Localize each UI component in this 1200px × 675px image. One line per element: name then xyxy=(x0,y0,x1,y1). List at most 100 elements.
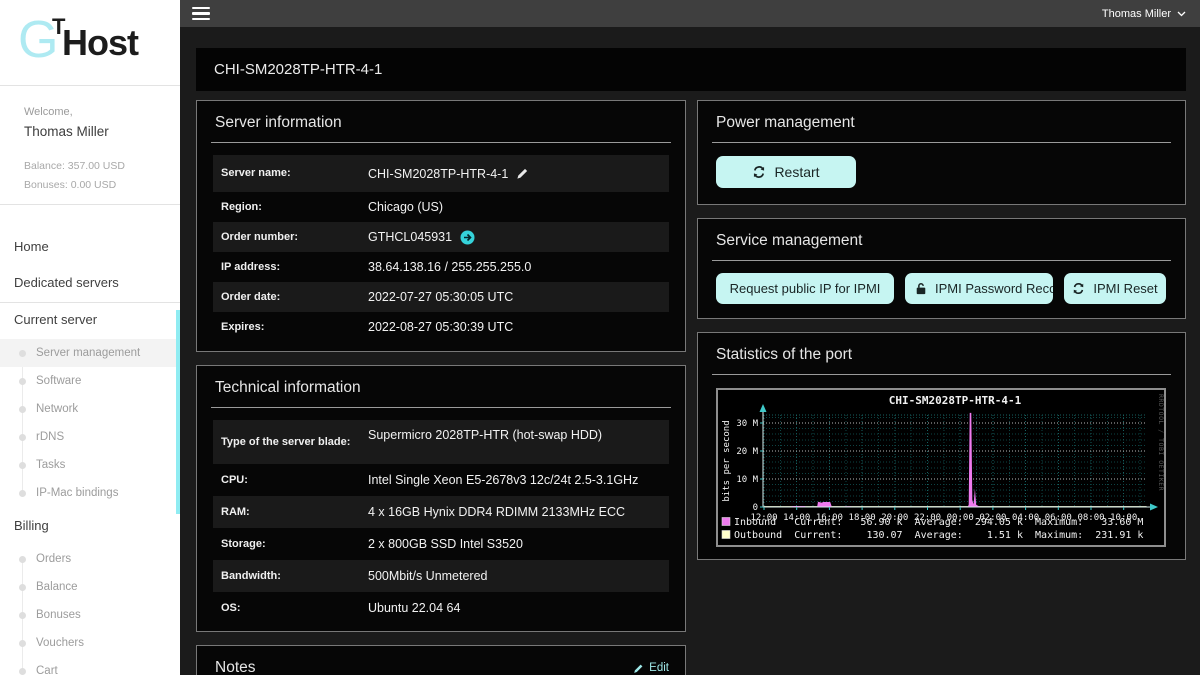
table-row: IP address: 38.64.138.16 / 255.255.255.0 xyxy=(213,252,669,282)
ipmi-password-recovery-button[interactable]: IPMI Password Recovery xyxy=(905,273,1053,304)
port-traffic-graph: 010 M20 M30 M12:0014:0016:0018:0020:0022… xyxy=(716,388,1166,547)
divider xyxy=(712,374,1171,375)
current-server-subnav: Server management Software Network rDNS … xyxy=(0,339,180,507)
server-information-table: Server name: CHI-SM2028TP-HTR-4-1 Region… xyxy=(213,155,669,342)
row-label: RAM: xyxy=(221,504,368,521)
port-statistics-title: Statistics of the port xyxy=(698,333,1185,374)
technical-information-title: Technical information xyxy=(197,366,685,407)
row-label: Expires: xyxy=(221,319,368,336)
blade-type-value: Supermicro 2028TP-HTR (hot-swap HDD) xyxy=(368,428,602,442)
power-management-panel: Power management Restart xyxy=(697,100,1186,205)
sidebar-subitem-rdns[interactable]: rDNS xyxy=(0,423,180,451)
rrdtool-chart: 010 M20 M30 M12:0014:0016:0018:0020:0022… xyxy=(718,390,1164,545)
sidebar-subitem-orders[interactable]: Orders xyxy=(0,545,180,573)
row-label: OS: xyxy=(221,600,368,617)
svg-text:10 M: 10 M xyxy=(736,475,758,485)
sidebar-item-dedicated-servers[interactable]: Dedicated servers xyxy=(0,268,180,296)
notes-panel: Notes Edit xyxy=(196,645,686,675)
welcome-label: Welcome, xyxy=(24,106,164,118)
active-section-accent xyxy=(176,310,180,514)
topbar: Thomas Miller xyxy=(180,0,1200,27)
left-column: Server information Server name: CHI-SM20… xyxy=(196,100,686,675)
sidebar-item-billing[interactable]: Billing xyxy=(0,511,180,539)
sidebar-subitem-tasks[interactable]: Tasks xyxy=(0,451,180,479)
sidebar-subitem-software[interactable]: Software xyxy=(0,367,180,395)
logo-host-text: Host xyxy=(62,22,138,64)
page-title: CHI-SM2028TP-HTR-4-1 xyxy=(196,48,1186,91)
bonuses-text: Bonuses: 0.00 USD xyxy=(24,179,164,191)
notes-edit-label: Edit xyxy=(649,662,669,674)
user-menu-label: Thomas Miller xyxy=(1102,8,1171,20)
row-label: Bandwidth: xyxy=(221,568,368,585)
main-content: CHI-SM2028TP-HTR-4-1 Server information … xyxy=(180,27,1200,675)
hamburger-icon[interactable] xyxy=(192,4,210,24)
refresh-icon xyxy=(1072,282,1085,295)
request-public-ip-button[interactable]: Request public IP for IPMI xyxy=(716,273,894,304)
sidebar-subitem-ip-mac-bindings[interactable]: IP-Mac bindings xyxy=(0,479,180,507)
sidebar-subitem-bonuses[interactable]: Bonuses xyxy=(0,601,180,629)
restart-button[interactable]: Restart xyxy=(716,156,856,188)
table-row: Region: Chicago (US) xyxy=(213,192,669,222)
service-management-title: Service management xyxy=(698,219,1185,260)
row-label: Order number: xyxy=(221,229,368,246)
svg-text:0: 0 xyxy=(753,503,758,513)
billing-subnav: Orders Balance Bonuses Vouchers Cart xyxy=(0,545,180,675)
bandwidth-value: 500Mbit/s Unmetered xyxy=(368,569,488,583)
table-row: Expires: 2022-08-27 05:30:39 UTC xyxy=(213,312,669,342)
table-row: Type of the server blade: Supermicro 202… xyxy=(213,420,669,464)
technical-information-table: Type of the server blade: Supermicro 202… xyxy=(213,420,669,624)
user-menu[interactable]: Thomas Miller xyxy=(1102,8,1186,20)
server-name-value: CHI-SM2028TP-HTR-4-1 xyxy=(368,167,508,181)
sidebar-user-name: Thomas Miller xyxy=(24,124,164,139)
server-information-title: Server information xyxy=(197,101,685,142)
ipmi-reset-label: IPMI Reset xyxy=(1093,281,1157,296)
ram-value: 4 x 16GB Hynix DDR4 RDIMM 2133MHz ECC xyxy=(368,505,625,519)
legend-row: Outbound Current: 130.07 Average: 1.51 k… xyxy=(734,530,1143,541)
sidebar-item-home[interactable]: Home xyxy=(0,232,180,260)
divider xyxy=(211,142,671,143)
row-label: CPU: xyxy=(221,472,368,489)
sidebar-subitem-server-management[interactable]: Server management xyxy=(0,339,180,367)
table-row: Order number: GTHCL045931 xyxy=(213,222,669,252)
chart-title: CHI-SM2028TP-HTR-4-1 xyxy=(889,394,1022,407)
row-label: Order date: xyxy=(221,289,368,306)
ipmi-reset-button[interactable]: IPMI Reset xyxy=(1064,273,1166,304)
divider xyxy=(712,142,1171,143)
sidebar-subitem-network[interactable]: Network xyxy=(0,395,180,423)
pencil-icon[interactable] xyxy=(516,167,529,180)
ipmi-password-recovery-label: IPMI Password Recovery xyxy=(935,281,1053,296)
expires-value: 2022-08-27 05:30:39 UTC xyxy=(368,320,513,334)
table-row: Order date: 2022-07-27 05:30:05 UTC xyxy=(213,282,669,312)
refresh-icon xyxy=(752,165,766,179)
region-value: Chicago (US) xyxy=(368,200,443,214)
chevron-down-icon xyxy=(1177,11,1186,17)
ip-address-value: 38.64.138.16 / 255.255.255.0 xyxy=(368,260,531,274)
divider xyxy=(712,260,1171,261)
brand-logo[interactable]: G T Host xyxy=(0,0,180,86)
arrow-circle-right-icon[interactable] xyxy=(460,230,475,245)
table-row: OS: Ubuntu 22.04 64 xyxy=(213,592,669,624)
chart-watermark: RRDTOOL / TOBI OETIKER xyxy=(1157,394,1164,491)
os-value: Ubuntu 22.04 64 xyxy=(368,601,460,615)
sidebar-item-current-server[interactable]: Current server xyxy=(0,305,180,333)
table-row: Storage: 2 x 800GB SSD Intel S3520 xyxy=(213,528,669,560)
notes-edit-button[interactable]: Edit xyxy=(633,662,669,674)
sidebar-subitem-vouchers[interactable]: Vouchers xyxy=(0,629,180,657)
sidebar-subitem-cart[interactable]: Cart xyxy=(0,657,180,675)
notes-title: Notes xyxy=(215,659,256,675)
legend-row: Inbound Current: 56.90 k Average: 294.05… xyxy=(734,517,1143,528)
lock-icon xyxy=(915,282,927,295)
sidebar: G T Host Welcome, Thomas Miller Balance:… xyxy=(0,0,180,675)
power-management-title: Power management xyxy=(698,101,1185,142)
pencil-icon xyxy=(633,663,644,674)
svg-text:30 M: 30 M xyxy=(736,419,758,429)
sidebar-subitem-balance[interactable]: Balance xyxy=(0,573,180,601)
order-number-value: GTHCL045931 xyxy=(368,230,452,244)
restart-label: Restart xyxy=(774,164,819,180)
table-row: Server name: CHI-SM2028TP-HTR-4-1 xyxy=(213,155,669,192)
service-management-panel: Service management Request public IP for… xyxy=(697,218,1186,319)
row-label: Region: xyxy=(221,199,368,216)
table-row: RAM: 4 x 16GB Hynix DDR4 RDIMM 2133MHz E… xyxy=(213,496,669,528)
server-information-panel: Server information Server name: CHI-SM20… xyxy=(196,100,686,352)
technical-information-panel: Technical information Type of the server… xyxy=(196,365,686,632)
